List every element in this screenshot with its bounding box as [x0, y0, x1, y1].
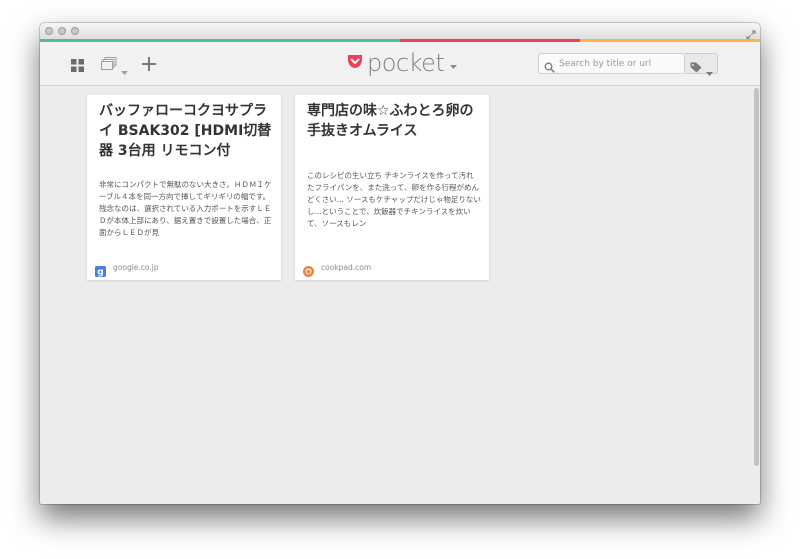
logo-chevron-down-icon[interactable] [450, 55, 458, 74]
grid-view-icon[interactable] [71, 57, 84, 76]
tag-icon [690, 58, 702, 77]
article-card[interactable]: バッファローコクヨサプライ BSAK302 [HDMI切替器 3台用 リモコン付… [87, 95, 281, 280]
article-list: バッファローコクヨサプライ BSAK302 [HDMI切替器 3台用 リモコン付… [40, 86, 760, 504]
search-box [538, 53, 685, 74]
article-source: cookpad.com [303, 261, 372, 277]
list-view-icon[interactable] [101, 56, 117, 75]
source-domain: google.co.jp [113, 263, 159, 272]
google-icon: g [95, 262, 106, 278]
article-card[interactable]: 専門店の味☆ふわとろ卵の手抜きオムライス このレシピの生い立ち チキンライスを作… [295, 95, 489, 280]
source-domain: cookpad.com [321, 263, 372, 272]
browser-window: pocket Search by title or url バッファローコクヨサ… [40, 23, 760, 504]
chevron-down-icon [706, 62, 713, 81]
plus-icon[interactable] [142, 56, 156, 75]
vertical-scrollbar[interactable] [753, 86, 759, 504]
svg-text:g: g [97, 268, 103, 277]
article-title[interactable]: バッファローコクヨサプライ BSAK302 [HDMI切替器 3台用 リモコン付 [99, 101, 275, 161]
toolbar: pocket [40, 42, 760, 86]
cookpad-icon [303, 262, 314, 277]
logo-text: pocket [367, 49, 445, 77]
article-source: g google.co.jp [95, 261, 159, 278]
pocket-logo[interactable]: pocket [347, 47, 458, 79]
scrollbar-thumb[interactable] [754, 88, 759, 466]
article-excerpt: 非常にコンパクトで無駄のない大きさ。ＨＤＭＩケーブル４本を同一方向で挿してギリギ… [99, 180, 272, 237]
chevron-down-icon[interactable] [121, 61, 128, 80]
fullscreen-icon[interactable] [746, 25, 756, 40]
tag-filter-button[interactable] [685, 53, 718, 77]
pocket-shield-icon [347, 54, 363, 73]
title-bar [40, 23, 760, 40]
minimize-window-button[interactable] [58, 27, 66, 35]
article-excerpt: このレシピの生い立ち チキンライスを作って汚れたフライパンを、また洗って、卵を作… [307, 171, 481, 228]
close-window-button[interactable] [45, 27, 53, 35]
zoom-window-button[interactable] [71, 27, 79, 35]
article-title[interactable]: 専門店の味☆ふわとろ卵の手抜きオムライス [307, 101, 483, 141]
search-input[interactable] [559, 56, 679, 71]
search-icon [544, 58, 555, 77]
